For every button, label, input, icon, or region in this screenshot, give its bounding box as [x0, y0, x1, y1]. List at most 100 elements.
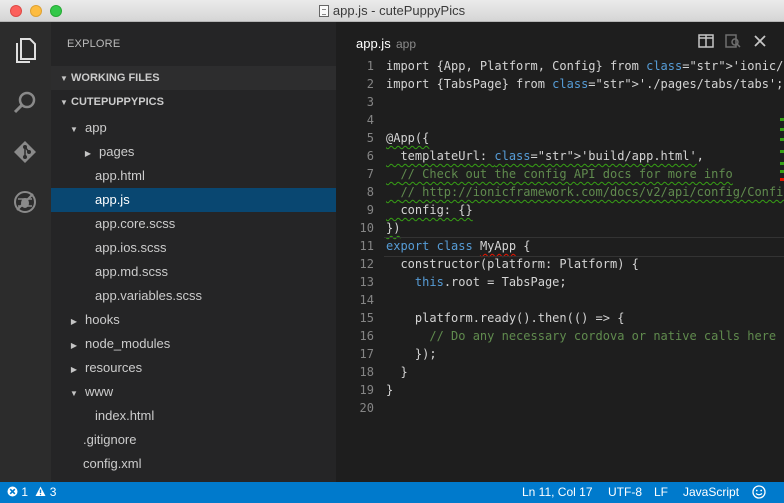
activity-bar [0, 22, 51, 482]
cursor-position[interactable]: Ln 11, Col 17 [522, 485, 593, 499]
title-bar: app.js - cutePuppyPics [0, 0, 784, 22]
line-number: 9 [366, 203, 374, 217]
line-number: 1 [366, 59, 374, 73]
tree-item-label: app.variables.scss [95, 288, 202, 303]
expanded-arrow-icon: ▼ [60, 74, 68, 83]
tree-item-label: www [85, 384, 114, 399]
code-line: // Do any necessary cordova or native ca… [429, 329, 784, 343]
line-number: 2 [366, 77, 374, 91]
working-files-header[interactable]: ▼ WORKING FILES [51, 66, 336, 90]
project-header[interactable]: ▼ CUTEPUPPYPICS [51, 90, 336, 114]
collapsed-arrow-icon: ▶ [84, 149, 92, 158]
encoding-indicator[interactable]: UTF-8 [608, 485, 642, 499]
line-number: 10 [359, 221, 374, 235]
tree-item[interactable]: app.html [51, 164, 336, 188]
tree-item[interactable]: ▶ hooks [51, 308, 336, 332]
line-number: 12 [359, 257, 374, 271]
tree-item-label: config.xml [83, 456, 142, 471]
tree-item[interactable]: ▶ pages [51, 140, 336, 164]
warning-icon [35, 486, 46, 497]
line-number: 8 [366, 185, 374, 199]
window-title: app.js - cutePuppyPics [332, 3, 466, 18]
line-number: 19 [359, 383, 374, 397]
line-number: 15 [359, 311, 374, 325]
code-line: } [386, 365, 408, 379]
tree-item[interactable]: ▶ resources [51, 356, 336, 380]
code-line: this.root = TabsPage; [414, 275, 567, 289]
tree-item[interactable]: app.md.scss [51, 260, 336, 284]
line-number: 13 [359, 275, 374, 289]
tree-item[interactable]: ▼ www [51, 380, 336, 404]
code-line: }) [386, 221, 401, 235]
code-line: constructor(platform: Platform) { [386, 257, 639, 271]
search-icon[interactable] [11, 88, 39, 116]
tree-item[interactable]: ▼ app [51, 116, 336, 140]
code-line: // Check out the config API docs for mor… [400, 167, 733, 181]
line-number: 11 [359, 239, 374, 253]
tree-item-label: app.html [95, 168, 145, 183]
overview-ruler[interactable] [778, 58, 784, 482]
expanded-arrow-icon: ▼ [60, 98, 68, 107]
explorer-title: EXPLORE [67, 38, 121, 50]
collapsed-arrow-icon: ▶ [70, 341, 78, 350]
code-line: config: {} [386, 203, 473, 217]
split-editor-icon[interactable] [698, 34, 714, 48]
problems-indicator[interactable]: 1 3 [7, 485, 56, 499]
code-line: export class MyApp { [383, 237, 784, 257]
line-number: 3 [366, 95, 374, 109]
tree-item-label: app.js [95, 192, 130, 207]
line-ending-indicator[interactable]: LF [654, 485, 668, 499]
line-number: 20 [359, 401, 374, 415]
tree-item-label: node_modules [85, 336, 171, 351]
expanded-arrow-icon: ▼ [70, 389, 78, 398]
code-line: }); [386, 347, 437, 361]
tree-item[interactable]: app.ios.scss [51, 236, 336, 260]
code-line: @App({ [386, 131, 430, 145]
tree-item[interactable]: app.variables.scss [51, 284, 336, 308]
code-area[interactable]: import {App, Platform, Config} from clas… [383, 57, 784, 417]
code-line: platform.ready().then(() => { [386, 311, 625, 325]
close-editor-icon[interactable] [752, 34, 768, 48]
tree-item[interactable]: ▶ node_modules [51, 332, 336, 356]
feedback-icon[interactable] [751, 485, 767, 502]
tree-item[interactable]: app.js [51, 188, 336, 212]
tree-item-label: index.html [95, 408, 155, 423]
git-icon[interactable] [11, 138, 39, 166]
document-icon [318, 5, 329, 17]
open-changes-icon[interactable] [725, 34, 741, 48]
code-line: import {TabsPage} from class="str">'./pa… [386, 77, 784, 91]
tree-item-label: pages [99, 144, 135, 159]
tree-item-label: app.core.scss [95, 216, 176, 231]
language-mode[interactable]: JavaScript [683, 485, 739, 499]
tree-item-label: resources [85, 360, 143, 375]
line-number: 16 [359, 329, 374, 343]
line-number: 7 [366, 167, 374, 181]
editor-pane[interactable]: app.js app 1 2 3 4 5 6 7 8 9 10 11 12 13 14 15 16 17 18 19… [336, 22, 784, 482]
tree-item[interactable]: .gitignore [51, 428, 336, 452]
tree-item-label: app.md.scss [95, 264, 168, 279]
file-tree: ▼ app ▶ pages app.html app.js app.core.scss app… [51, 116, 336, 482]
line-number: 4 [366, 113, 374, 127]
editor-tab-directory: app [396, 37, 417, 51]
files-icon[interactable] [11, 36, 39, 64]
debug-icon[interactable] [11, 188, 39, 216]
expanded-arrow-icon: ▼ [70, 125, 78, 134]
line-number: 17 [359, 347, 374, 361]
tree-item[interactable]: index.html [51, 404, 336, 428]
editor-tab-title[interactable]: app.js [356, 36, 391, 51]
tree-item[interactable]: app.core.scss [51, 212, 336, 236]
collapsed-arrow-icon: ▶ [70, 317, 78, 326]
code-line: templateUrl: class="str">'build/app.html… [386, 149, 704, 163]
tree-item-label: hooks [85, 312, 120, 327]
code-line: import {App, Platform, Config} from clas… [386, 59, 784, 73]
line-number: 6 [366, 149, 374, 163]
status-bar: 1 3 Ln 11, Col 17 UTF-8 LF JavaScript [0, 482, 784, 503]
tree-item[interactable]: config.xml [51, 452, 336, 476]
tree-item-label: app [85, 120, 107, 135]
tree-item-label: .gitignore [83, 432, 137, 447]
explorer-sidebar: EXPLORE ▼ WORKING FILES ▼ CUTEPUPPYPICS ▼ a… [51, 22, 336, 482]
